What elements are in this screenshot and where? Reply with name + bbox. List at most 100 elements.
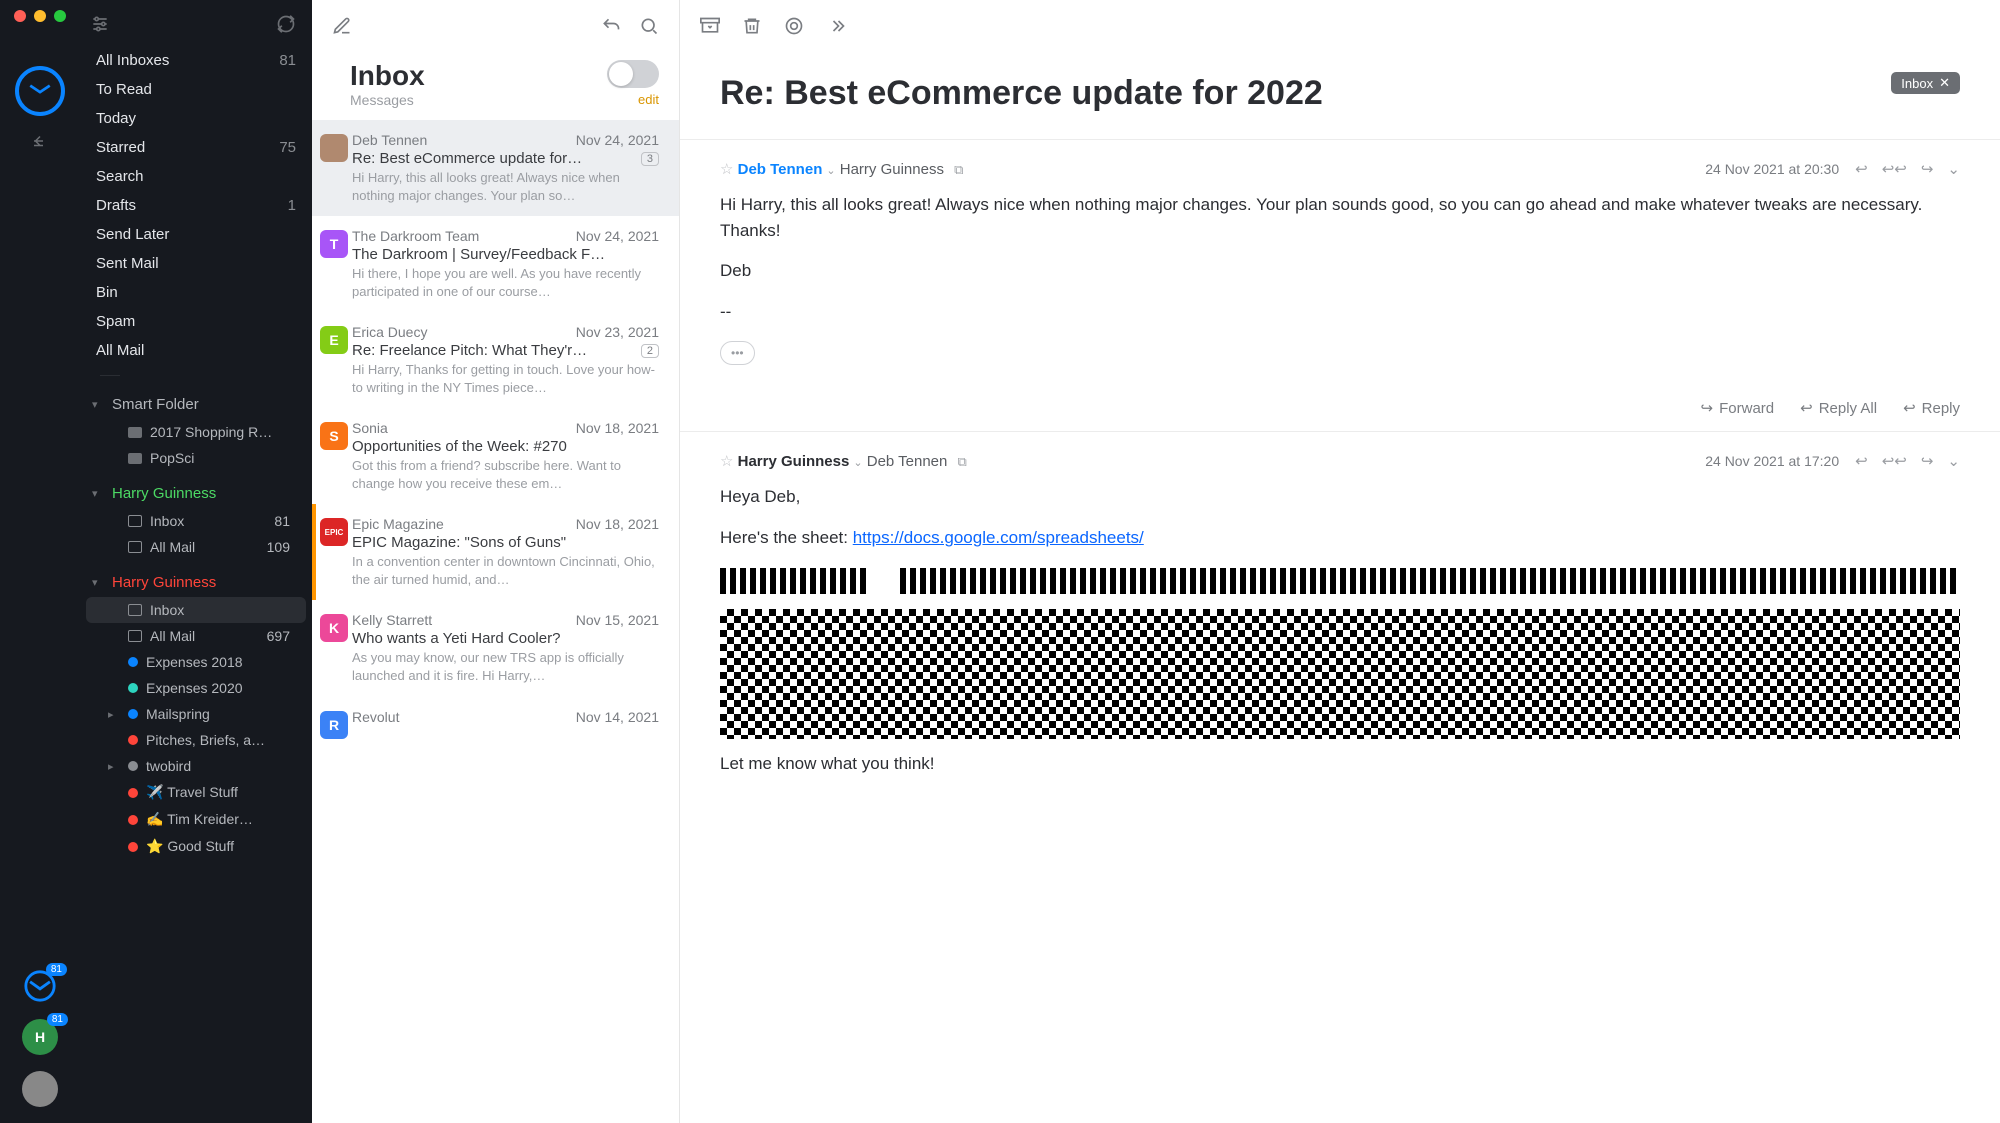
forward-button[interactable]: ↪ Forward (1701, 399, 1775, 417)
tag-tim-kreider[interactable]: ✍️ Tim Kreider… (86, 806, 306, 833)
email-to: Deb Tennen (867, 453, 948, 470)
tag-twobird[interactable]: ▸twobird (86, 753, 306, 779)
close-window-icon[interactable] (14, 10, 26, 22)
archive-icon[interactable] (700, 16, 720, 36)
message-preview: As you may know, our new TRS app is offi… (352, 649, 659, 684)
copy-icon[interactable]: ⧉ (954, 162, 963, 177)
smart-folder-header[interactable]: ▾ Smart Folder (80, 390, 312, 419)
spam-icon[interactable] (784, 16, 804, 36)
app-logo-icon[interactable] (15, 66, 65, 116)
account-inbox[interactable]: Inbox (86, 597, 306, 623)
nav-bin[interactable]: Bin (96, 278, 296, 307)
nav-all-mail[interactable]: All Mail (96, 336, 296, 365)
reply-icon[interactable]: ↩ (1855, 160, 1868, 178)
forward-icon[interactable]: ↪ (1921, 452, 1934, 470)
trash-icon[interactable] (742, 16, 762, 36)
email-from[interactable]: Harry Guinness (738, 453, 850, 470)
nav-sent-mail[interactable]: Sent Mail (96, 249, 296, 278)
reply-icon[interactable]: ↩ (1855, 452, 1868, 470)
message-date: Nov 23, 2021 (576, 324, 659, 340)
show-more-button[interactable]: ••• (720, 341, 755, 366)
nav-search[interactable]: Search (96, 162, 296, 191)
chevron-down-icon[interactable]: ⌄ (826, 165, 835, 177)
spreadsheet-link[interactable]: https://docs.google.com/spreadsheets/ (853, 528, 1144, 547)
nav-today[interactable]: Today (96, 104, 296, 133)
message-item[interactable]: → Deb TennenNov 24, 2021 Re: Best eComme… (312, 120, 679, 216)
message-preview: Got this from a friend? subscribe here. … (352, 457, 659, 492)
message-avatar: S (320, 422, 348, 450)
reply-all-icon[interactable]: ↩↩ (1882, 160, 1907, 178)
email-body: Heya Deb, Here's the sheet: https://docs… (720, 484, 1960, 777)
account-inbox[interactable]: Inbox81 (86, 508, 306, 534)
account-header[interactable]: ▾ Harry Guinness (80, 479, 312, 508)
message-preview: Hi Harry, Thanks for getting in touch. L… (352, 361, 659, 396)
tag-travel[interactable]: ✈️ Travel Stuff (86, 779, 306, 806)
account-avatar[interactable]: H 81 (22, 1019, 58, 1055)
message-date: Nov 24, 2021 (576, 228, 659, 244)
copy-icon[interactable]: ⧉ (958, 454, 967, 469)
message-from: Revolut (352, 709, 399, 725)
message-item[interactable]: E Erica DuecyNov 23, 2021 Re: Freelance … (312, 312, 679, 408)
reply-icon[interactable] (601, 16, 621, 36)
collapse-icon[interactable] (31, 132, 49, 150)
nav-to-read[interactable]: To Read (96, 75, 296, 104)
email-body: Hi Harry, this all looks great! Always n… (720, 192, 1960, 366)
filter-toggle[interactable] (607, 60, 659, 88)
message-item[interactable]: R RevolutNov 14, 2021 (312, 697, 679, 741)
smart-folder-section: ▾ Smart Folder 2017 Shopping R… PopSci (80, 386, 312, 475)
inbox-tag[interactable]: Inbox✕ (1891, 72, 1960, 94)
account-header[interactable]: ▾ Harry Guinness (80, 568, 312, 597)
message-item[interactable]: K Kelly StarrettNov 15, 2021 Who wants a… (312, 600, 679, 696)
nav-starred[interactable]: Starred75 (96, 133, 296, 162)
star-icon[interactable]: ☆ (720, 161, 733, 178)
tag-pitches[interactable]: Pitches, Briefs, a… (86, 727, 306, 753)
message-subject: Who wants a Yeti Hard Cooler? (352, 630, 560, 647)
nav-spam[interactable]: Spam (96, 307, 296, 336)
chevron-down-icon[interactable]: ⌄ (853, 457, 862, 469)
sidebar-nav: All Inboxes81 To Read Today Starred75 Se… (80, 0, 312, 1123)
close-tag-icon[interactable]: ✕ (1939, 75, 1950, 91)
email-from[interactable]: Deb Tennen (738, 161, 823, 178)
message-item[interactable]: T The Darkroom TeamNov 24, 2021 The Dark… (312, 216, 679, 312)
tag-mailspring[interactable]: ▸Mailspring (86, 701, 306, 727)
chevron-down-icon[interactable]: ⌄ (1947, 452, 1960, 470)
compose-icon[interactable] (332, 16, 352, 36)
reply-all-icon[interactable]: ↩↩ (1882, 452, 1907, 470)
reply-all-button[interactable]: ↩ Reply All (1800, 399, 1877, 417)
tag-dot-icon (128, 788, 138, 798)
star-icon[interactable]: ☆ (720, 453, 733, 470)
tag-expenses-2018[interactable]: Expenses 2018 (86, 649, 306, 675)
more-icon[interactable] (826, 16, 846, 36)
reply-button[interactable]: ↩ Reply (1903, 399, 1960, 417)
smart-folder-item[interactable]: PopSci (86, 445, 306, 471)
maximize-window-icon[interactable] (54, 10, 66, 22)
smart-folder-item[interactable]: 2017 Shopping R… (86, 419, 306, 445)
edit-link[interactable]: edit (607, 92, 659, 107)
sync-icon[interactable] (276, 14, 296, 34)
list-title: Inbox (350, 60, 425, 92)
account-name: Harry Guinness (112, 485, 216, 502)
tag-expenses-2020[interactable]: Expenses 2020 (86, 675, 306, 701)
message-item[interactable]: S SoniaNov 18, 2021 Opportunities of the… (312, 408, 679, 504)
minimize-window-icon[interactable] (34, 10, 46, 22)
profile-avatar[interactable] (22, 1071, 58, 1107)
forward-icon[interactable]: ↪ (1921, 160, 1934, 178)
chevron-down-icon[interactable]: ⌄ (1947, 160, 1960, 178)
search-icon[interactable] (639, 16, 659, 36)
tag-good-stuff[interactable]: ⭐ Good Stuff (86, 833, 306, 860)
settings-sliders-icon[interactable] (90, 14, 110, 34)
email-subject: Re: Best eCommerce update for 2022 (720, 72, 1323, 115)
reader-panel: Re: Best eCommerce update for 2022 Inbox… (680, 0, 2000, 1123)
account-all-mail[interactable]: All Mail109 (86, 534, 306, 560)
tray-icon (128, 541, 142, 553)
nav-send-later[interactable]: Send Later (96, 220, 296, 249)
message-list-header: Inbox Messages edit (312, 52, 679, 120)
message-item[interactable]: EPIC Epic MagazineNov 18, 2021 EPIC Maga… (312, 504, 679, 600)
account-all-mail[interactable]: All Mail697 (86, 623, 306, 649)
nav-drafts[interactable]: Drafts1 (96, 191, 296, 220)
message-preview: Hi there, I hope you are well. As you ha… (352, 265, 659, 300)
window-controls[interactable] (0, 10, 66, 22)
nav-all-inboxes[interactable]: All Inboxes81 (96, 46, 296, 75)
message-date: Nov 18, 2021 (576, 420, 659, 436)
mail-account-icon[interactable]: 81 (23, 969, 57, 1003)
